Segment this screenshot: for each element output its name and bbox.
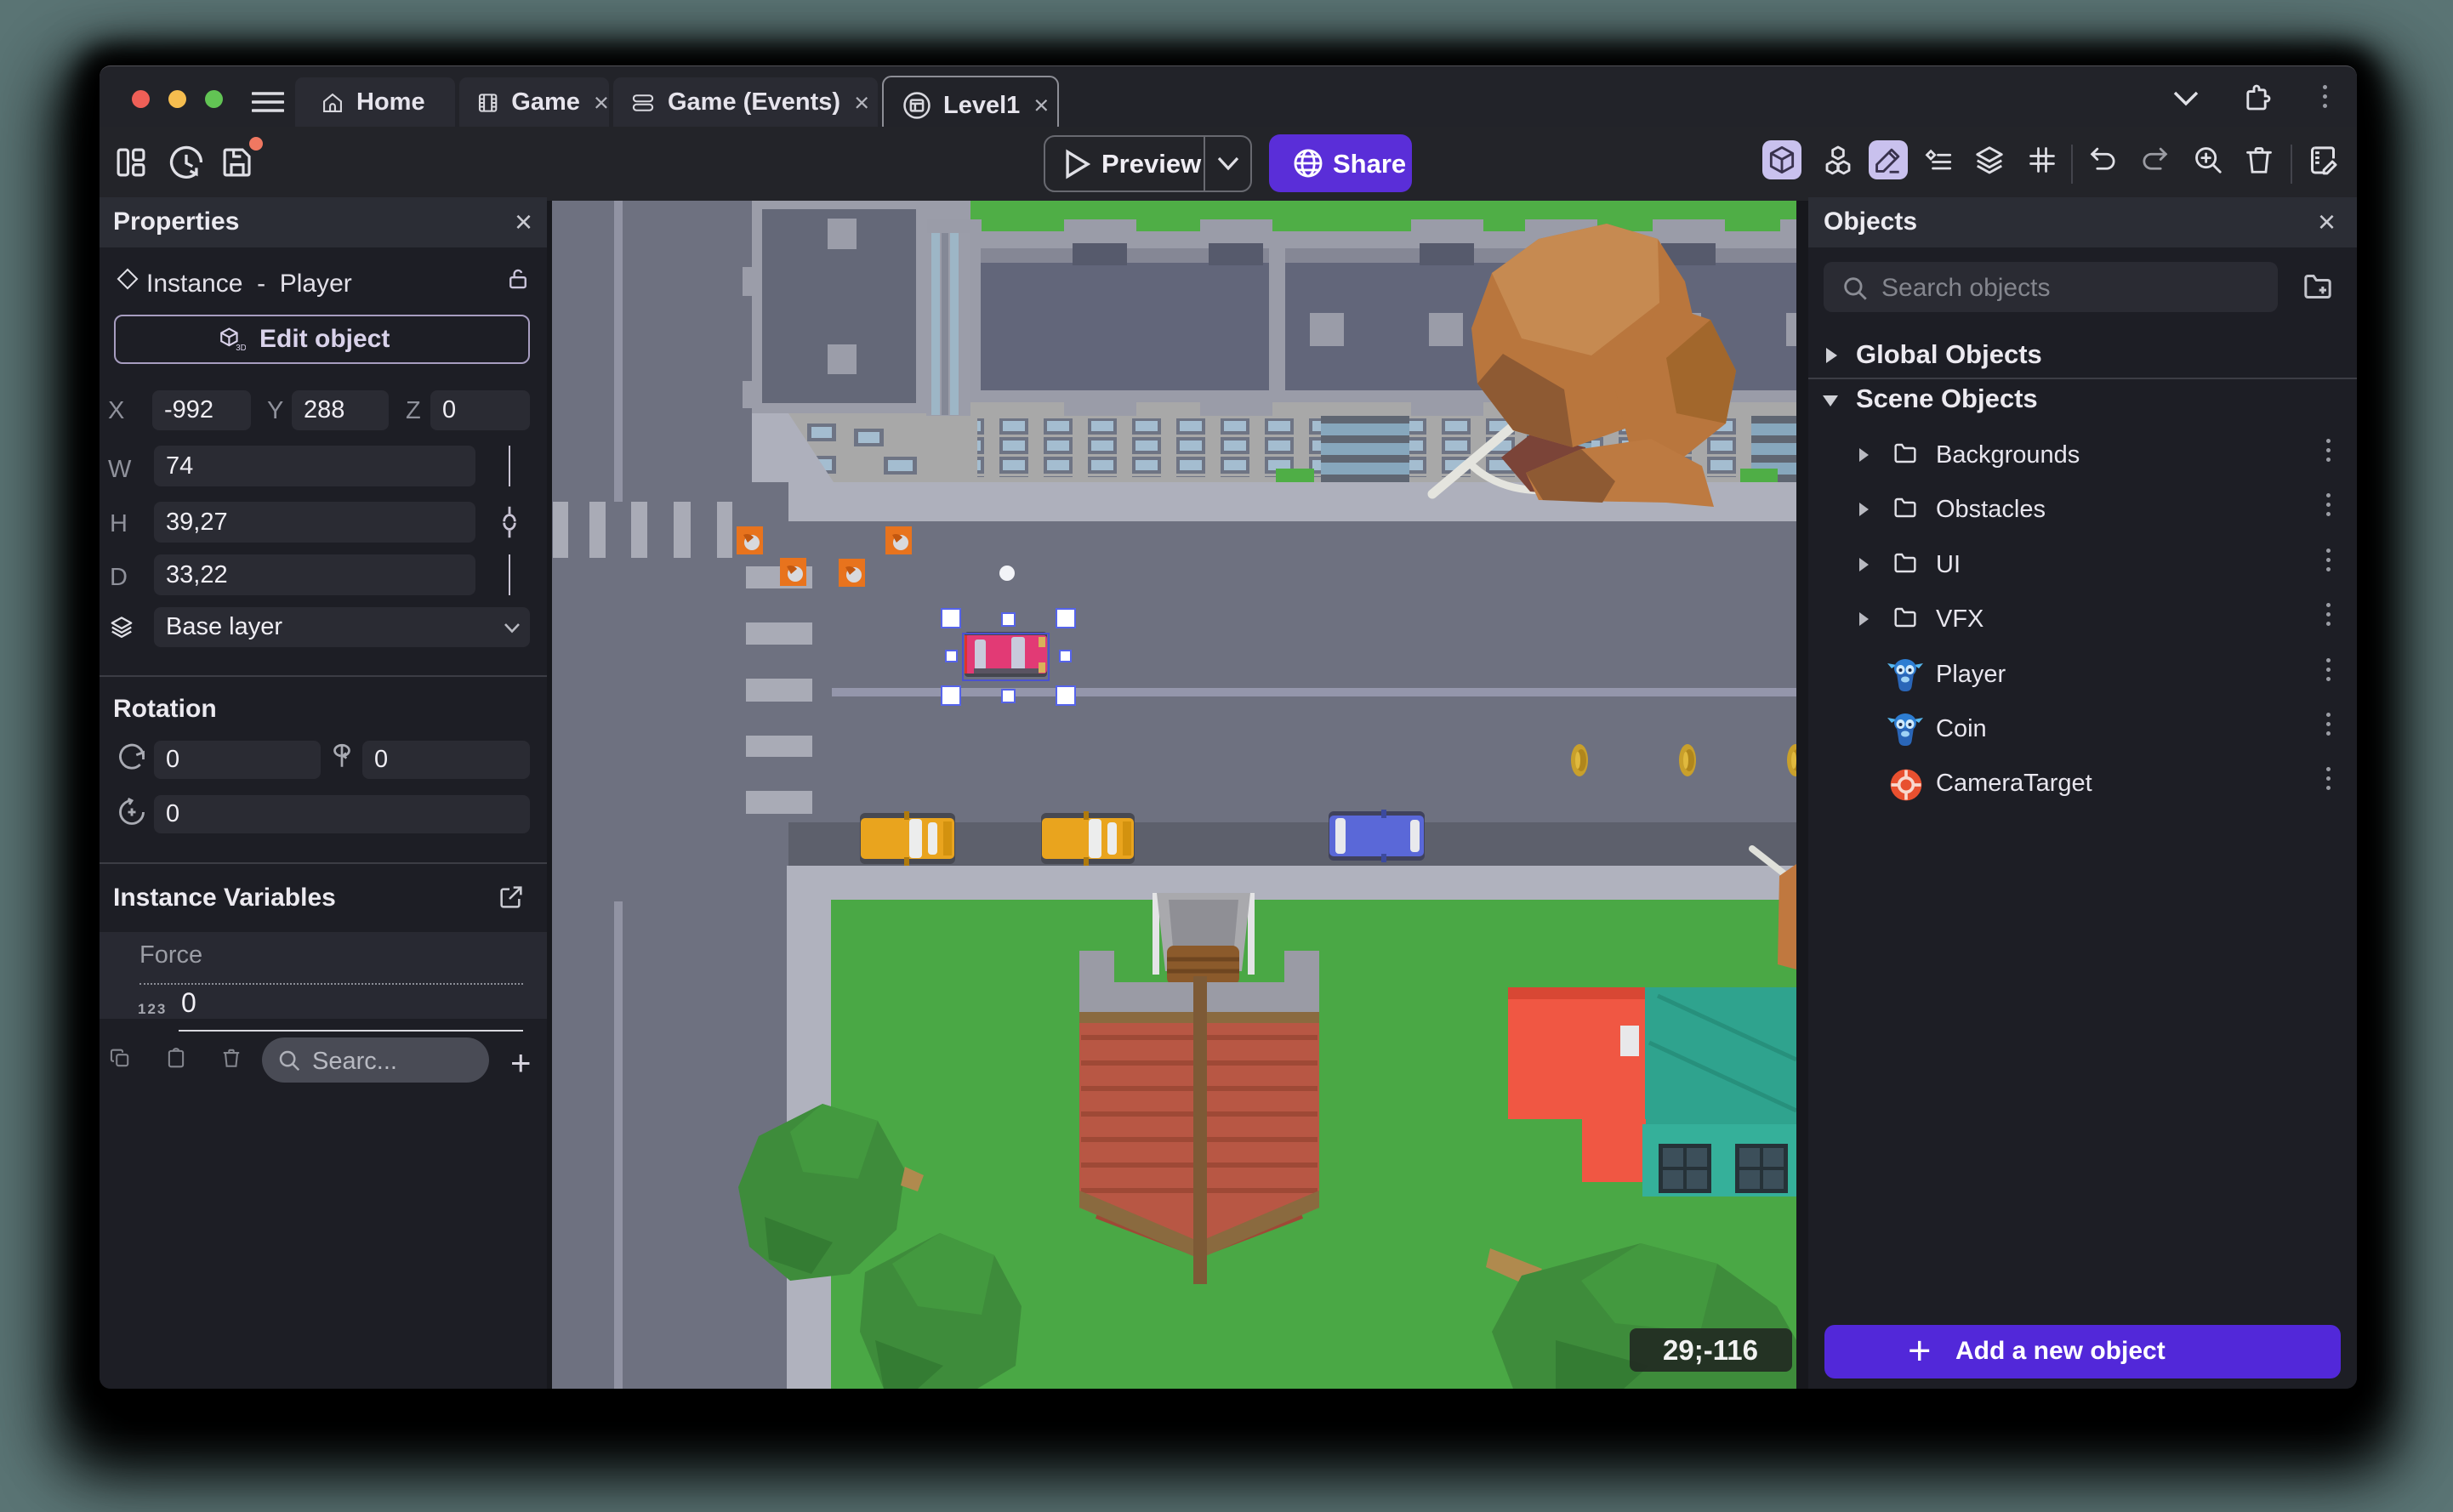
svg-text:3D: 3D: [236, 344, 246, 353]
svg-text:29;-116: 29;-116: [1663, 1334, 1758, 1366]
